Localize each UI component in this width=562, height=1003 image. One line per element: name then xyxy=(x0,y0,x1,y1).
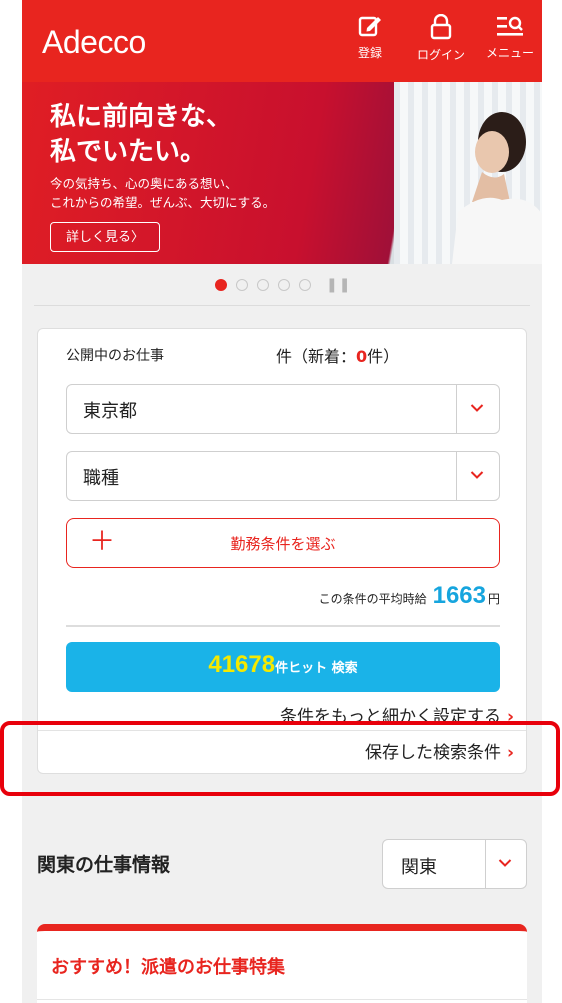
prefecture-value: 東京都 xyxy=(83,401,137,422)
recommended-jobs-title: おすすめ！派遣のお仕事特集 xyxy=(51,957,285,978)
chevron-right-icon: › xyxy=(506,743,514,763)
advanced-search-link[interactable]: 条件をもっと細かく設定する › xyxy=(280,702,514,727)
advanced-search-label: 条件をもっと細かく設定する xyxy=(279,707,501,727)
average-wage-unit: 円 xyxy=(487,592,500,606)
recommended-jobs-card[interactable]: おすすめ！派遣のお仕事特集 xyxy=(37,924,527,1003)
average-wage-label: この条件の平均時給 xyxy=(318,592,427,606)
menu-label: メニュー xyxy=(485,46,534,60)
menu-search-icon xyxy=(497,16,523,36)
carousel-indicators: ❚❚ xyxy=(22,274,542,294)
hero-subtext: 今の気持ち、心の奥にある想い、 これからの希望。ぜんぶ、大切にする。 xyxy=(50,174,275,212)
job-type-value: 職種 xyxy=(83,468,119,489)
chevron-right-icon: › xyxy=(506,707,514,727)
carousel-dot[interactable] xyxy=(298,278,311,291)
hit-suffix: 件ヒット 検索 xyxy=(275,661,358,676)
divider xyxy=(34,305,530,306)
search-button[interactable]: 41678件ヒット 検索 xyxy=(66,642,500,692)
job-count-text: 件（新着：0件） xyxy=(276,343,399,367)
login-button[interactable]: ログイン xyxy=(406,10,476,74)
new-job-count: 0 xyxy=(356,347,368,366)
adecco-logo[interactable]: Adecco xyxy=(42,24,146,61)
login-label: ログイン xyxy=(416,48,465,62)
hero-headline-line2: 私でいたい。 xyxy=(50,137,207,167)
hero-headline-line1: 私に前向きな、 xyxy=(50,102,233,132)
pause-icon[interactable]: ❚❚ xyxy=(326,277,351,293)
page-frame: Adecco 登録 ログイン メニュー 私に前向きな、 私でいたい。 今の気持ち… xyxy=(22,0,542,1003)
carousel-dot[interactable] xyxy=(256,278,269,291)
average-wage: この条件の平均時給 1663 円 xyxy=(319,582,500,610)
carousel-dot[interactable] xyxy=(235,278,248,291)
hero-headline: 私に前向きな、 私でいたい。 xyxy=(50,100,232,170)
register-label: 登録 xyxy=(357,46,382,60)
hero-subtext-line1: 今の気持ち、心の奥にある想い、 xyxy=(50,176,238,191)
header: Adecco 登録 ログイン メニュー xyxy=(22,0,542,82)
job-type-select[interactable]: 職種 xyxy=(66,451,500,501)
menu-button[interactable]: メニュー xyxy=(478,10,542,74)
published-jobs-label: 公開中のお仕事 xyxy=(66,348,164,364)
work-conditions-button[interactable]: ＋ 勤務条件を選ぶ xyxy=(66,518,500,568)
job-search-card: 公開中のお仕事 件（新着：0件） 東京都 職種 ＋ 勤務条件を選ぶ この条件の平… xyxy=(37,328,527,774)
hero-subtext-line2: これからの希望。ぜんぶ、大切にする。 xyxy=(50,195,276,210)
edit-icon xyxy=(358,16,381,37)
work-conditions-label: 勤務条件を選ぶ xyxy=(230,535,336,553)
prefecture-select[interactable]: 東京都 xyxy=(66,384,500,434)
average-wage-value: 1663 xyxy=(432,582,486,609)
job-type-dropdown-arrow[interactable] xyxy=(456,452,499,500)
hit-count: 41678 xyxy=(208,651,276,678)
hero-banner[interactable]: 私に前向きな、 私でいたい。 今の気持ち、心の奥にある想い、 これからの希望。ぜ… xyxy=(22,82,542,264)
prefecture-dropdown-arrow[interactable] xyxy=(456,385,499,433)
divider xyxy=(38,730,526,731)
chevron-down-icon xyxy=(470,471,484,479)
woman-portrait-image xyxy=(452,112,542,264)
hero-details-button[interactable]: 詳しく見る〉 xyxy=(50,222,160,252)
count-suffix: 件） xyxy=(367,347,400,366)
region-select[interactable]: 関東 xyxy=(382,839,527,889)
saved-search-link[interactable]: 保存した検索条件 › xyxy=(365,738,514,763)
region-value: 関東 xyxy=(401,857,437,878)
carousel-dot[interactable] xyxy=(214,278,227,291)
region-dropdown-arrow[interactable] xyxy=(485,840,526,888)
divider xyxy=(66,625,500,627)
lock-icon xyxy=(430,14,452,40)
saved-search-label: 保存した検索条件 xyxy=(364,743,501,763)
chevron-down-icon xyxy=(498,859,512,867)
count-prefix: 件（新着： xyxy=(276,347,357,366)
register-button[interactable]: 登録 xyxy=(340,10,400,74)
carousel-dot[interactable] xyxy=(277,278,290,291)
divider xyxy=(37,999,527,1000)
region-section-title: 関東の仕事情報 xyxy=(37,854,171,876)
chevron-down-icon xyxy=(470,404,484,412)
